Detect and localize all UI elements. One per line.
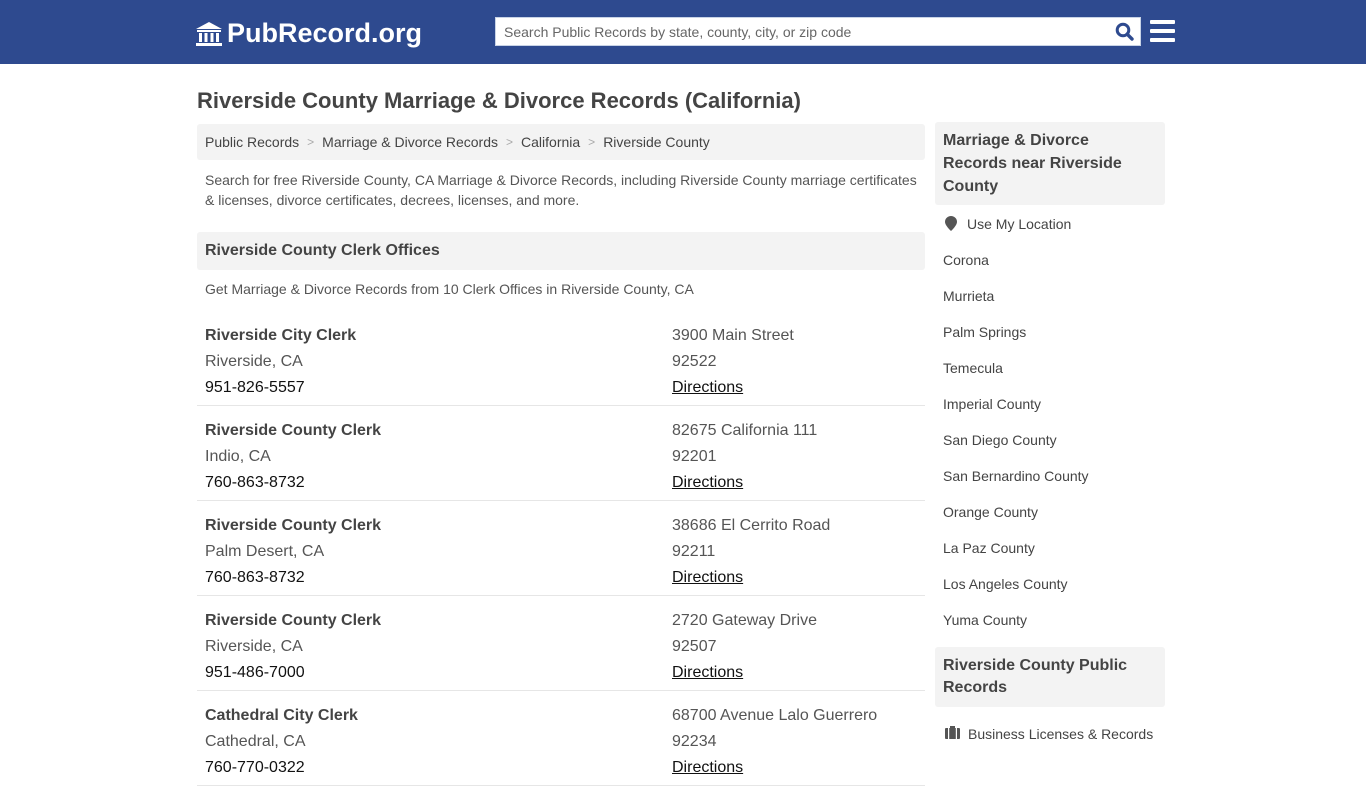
clerk-office-item: Riverside County Clerk Riverside, CA 951… [197,596,925,691]
office-phone[interactable]: 951-826-5557 [205,378,356,404]
briefcase-icon [943,723,961,739]
public-records-heading: Riverside County Public Records [935,647,1165,707]
nearby-link-la-paz-county[interactable]: La Paz County [943,537,1157,573]
office-city: Palm Desert, CA [205,543,325,560]
office-name: Riverside City Clerk [205,327,357,344]
menu-bar-icon [1150,20,1175,24]
office-phone[interactable]: 760-863-8732 [205,568,381,594]
logo-text: PubRecord.org [227,18,423,48]
nearby-link-yuma-county[interactable]: Yuma County [943,609,1157,645]
nearby-list: Use My Location Corona Murrieta Palm Spr… [935,205,1165,645]
clerk-offices-subtitle: Get Marriage & Divorce Records from 10 C… [205,281,694,297]
office-name: Cathedral City Clerk [205,707,358,724]
office-name: Riverside County Clerk [205,422,382,439]
directions-link[interactable]: Directions [672,379,743,396]
clerk-office-item: Riverside County Clerk Palm Desert, CA 7… [197,501,925,596]
search-icon [1115,22,1134,41]
office-city: Riverside, CA [205,638,303,655]
courthouse-icon [196,21,222,46]
clerk-office-item: Cathedral City Clerk Cathedral, CA 760-7… [197,691,925,786]
search-input[interactable] [496,18,1108,45]
nearby-link-san-bernardino-county[interactable]: San Bernardino County [943,465,1157,501]
breadcrumb-riverside-county[interactable]: Riverside County [603,134,710,150]
office-city: Indio, CA [205,448,271,465]
directions-link[interactable]: Directions [672,474,743,491]
use-my-location-link[interactable]: Use My Location [942,213,1157,249]
office-address: 68700 Avenue Lalo Guerrero [672,707,878,724]
nearby-records-heading: Marriage & Divorce Records near Riversid… [935,122,1165,205]
hamburger-menu-button[interactable] [1150,20,1175,42]
office-address: 3900 Main Street [672,327,794,344]
nearby-link-temecula[interactable]: Temecula [943,357,1157,393]
office-name: Riverside County Clerk [205,517,382,534]
office-zip: 92507 [672,638,717,655]
top-navigation-bar: PubRecord.org [0,0,1366,64]
use-my-location-label: Use My Location [967,216,1072,232]
office-zip: 92201 [672,448,717,465]
menu-bar-icon [1150,29,1175,33]
nearby-link-murrieta[interactable]: Murrieta [943,285,1157,321]
clerk-office-list: Riverside City Clerk Riverside, CA 951-8… [197,311,925,786]
main-content: Public Records > Marriage & Divorce Reco… [197,124,925,786]
office-zip: 92234 [672,733,717,750]
office-phone[interactable]: 951-486-7000 [205,663,381,689]
office-city: Cathedral, CA [205,733,306,750]
office-name: Riverside County Clerk [205,612,382,629]
nearby-link-corona[interactable]: Corona [943,249,1157,285]
nearby-link-imperial-county[interactable]: Imperial County [943,393,1157,429]
office-city: Riverside, CA [205,353,303,370]
office-address: 38686 El Cerrito Road [672,517,831,534]
business-licenses-label: Business Licenses & Records [968,726,1154,742]
office-phone[interactable]: 760-770-0322 [205,758,358,784]
clerk-offices-heading: Riverside County Clerk Offices [197,232,925,270]
breadcrumb-separator: > [307,135,315,149]
sidebar: Marriage & Divorce Records near Riversid… [935,122,1165,759]
search-bar [495,17,1141,46]
nearby-link-orange-county[interactable]: Orange County [943,501,1157,537]
clerk-office-item: Riverside County Clerk Indio, CA 760-863… [197,406,925,501]
breadcrumb-california[interactable]: California [521,134,580,150]
breadcrumb: Public Records > Marriage & Divorce Reco… [197,124,925,160]
directions-link[interactable]: Directions [672,569,743,586]
nearby-link-san-diego-county[interactable]: San Diego County [943,429,1157,465]
page-title: Riverside County Marriage & Divorce Reco… [197,88,801,113]
office-phone[interactable]: 760-863-8732 [205,473,381,499]
map-marker-icon [942,213,960,231]
office-zip: 92211 [672,543,716,560]
intro-text: Search for free Riverside County, CA Mar… [205,172,917,208]
office-zip: 92522 [672,353,717,370]
directions-link[interactable]: Directions [672,664,743,681]
nearby-link-palm-springs[interactable]: Palm Springs [943,321,1157,357]
business-licenses-link[interactable]: Business Licenses & Records [943,723,1157,759]
breadcrumb-separator: > [588,135,596,149]
breadcrumb-public-records[interactable]: Public Records [205,134,299,150]
menu-bar-icon [1150,38,1175,42]
nearby-link-los-angeles-county[interactable]: Los Angeles County [943,573,1157,609]
breadcrumb-marriage-divorce[interactable]: Marriage & Divorce Records [322,134,498,150]
search-button[interactable] [1108,18,1140,45]
breadcrumb-separator: > [506,135,514,149]
office-address: 2720 Gateway Drive [672,612,817,629]
site-logo[interactable]: PubRecord.org [195,18,422,49]
office-address: 82675 California 111 [672,422,818,439]
clerk-office-item: Riverside City Clerk Riverside, CA 951-8… [197,311,925,406]
public-records-list: Business Licenses & Records [935,707,1165,759]
